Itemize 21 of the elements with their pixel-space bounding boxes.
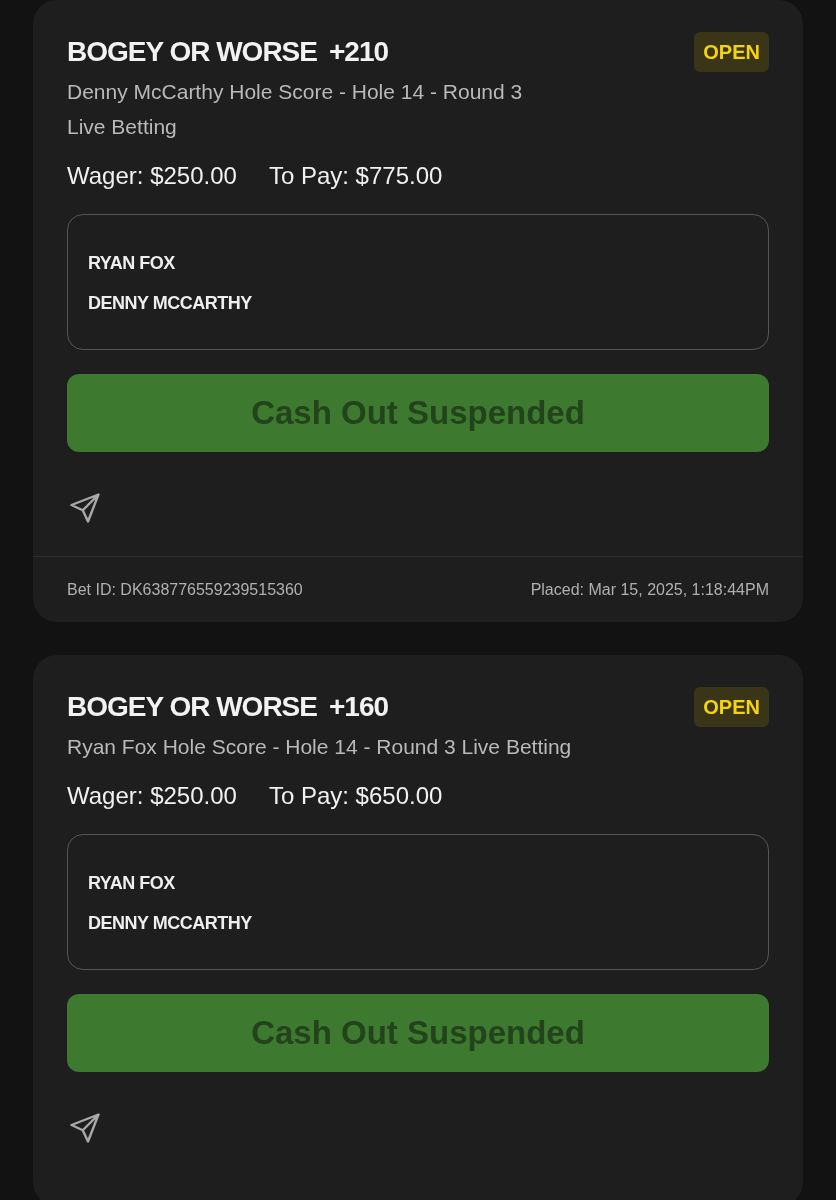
wager-amount: Wager: $250.00 bbox=[67, 781, 237, 811]
bet-description: Live Betting bbox=[67, 114, 178, 140]
payout-amount: To Pay: $775.00 bbox=[268, 161, 443, 191]
payout-amount: To Pay: $650.00 bbox=[268, 781, 443, 811]
player-name: RYAN FOX bbox=[88, 872, 176, 895]
market-title: BOGEY OR WORSE bbox=[67, 35, 317, 69]
status-badge: OPEN bbox=[694, 687, 769, 727]
share-icon[interactable] bbox=[67, 1110, 103, 1146]
status-badge: OPEN bbox=[694, 32, 769, 72]
player-name: DENNY MCCARTHY bbox=[88, 292, 253, 315]
wager-amount: Wager: $250.00 bbox=[67, 161, 237, 191]
market-title: BOGEY OR WORSE bbox=[67, 690, 317, 724]
odds: +210 bbox=[328, 35, 389, 69]
player-name: RYAN FOX bbox=[88, 252, 176, 275]
bet-id: Bet ID: DK638776559239515360 bbox=[67, 579, 303, 600]
player-name: DENNY MCCARTHY bbox=[88, 912, 253, 935]
bet-description: Ryan Fox Hole Score - Hole 14 - Round 3 Live Betting bbox=[67, 734, 573, 760]
odds: +160 bbox=[328, 690, 389, 724]
bet-description: Denny McCarthy Hole Score - Hole 14 - Round 3 bbox=[67, 79, 524, 105]
placed-time: Placed: Mar 15, 2025, 1:18:44PM bbox=[530, 579, 769, 600]
share-icon[interactable] bbox=[67, 490, 103, 526]
